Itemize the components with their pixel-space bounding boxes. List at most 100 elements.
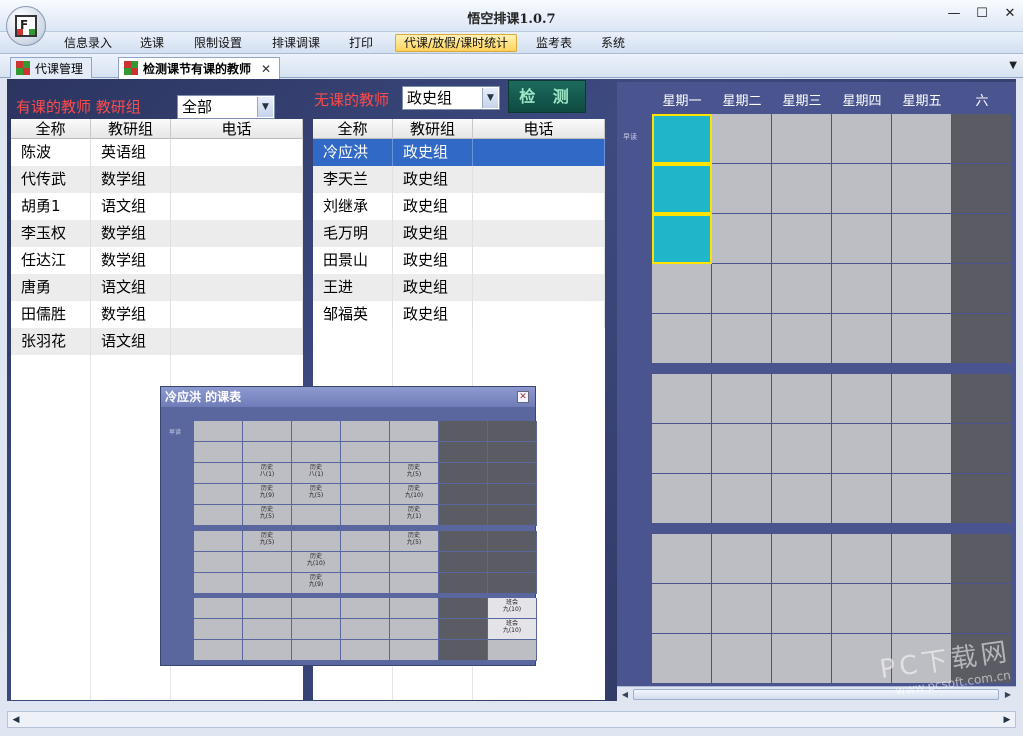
table-row[interactable]: 代传武 数学组 [11, 166, 303, 193]
popup-cell[interactable] [194, 505, 243, 526]
table-row[interactable]: 陈波 英语组 [11, 139, 303, 166]
popup-cell[interactable] [341, 463, 390, 484]
table-row[interactable]: 唐勇 语文组 [11, 274, 303, 301]
close-icon[interactable]: ✕ [1003, 6, 1017, 21]
main-horizontal-scrollbar[interactable]: ◀ ▶ [7, 711, 1016, 728]
popup-cell[interactable] [292, 531, 341, 552]
schedule-cell[interactable] [712, 534, 772, 584]
popup-cell[interactable]: 历史 九(5) [390, 463, 439, 484]
popup-cell[interactable] [488, 573, 537, 594]
popup-cell[interactable]: 历史 八(1) [243, 463, 292, 484]
table-row[interactable]: 王进 政史组 [313, 274, 605, 301]
schedule-cell[interactable] [832, 474, 892, 524]
schedule-cell[interactable] [892, 114, 952, 164]
schedule-cell[interactable] [772, 584, 832, 634]
popup-cell[interactable] [341, 442, 390, 463]
column-header[interactable]: 电话 [171, 119, 303, 139]
popup-cell[interactable] [341, 640, 390, 661]
scroll-left-icon[interactable]: ◀ [618, 688, 632, 701]
popup-cell[interactable] [243, 552, 292, 573]
popup-cell[interactable] [194, 484, 243, 505]
tab-list-chevron-down-icon[interactable]: ▼ [1009, 60, 1017, 71]
column-header[interactable]: 全称 [11, 119, 91, 139]
column-header[interactable]: 教研组 [393, 119, 473, 139]
popup-cell[interactable] [439, 640, 488, 661]
schedule-cell[interactable] [772, 114, 832, 164]
popup-cell[interactable] [194, 619, 243, 640]
popup-cell[interactable]: 历史 九(9) [292, 573, 341, 594]
schedule-cell[interactable] [832, 374, 892, 424]
popup-cell[interactable]: 班会 九(10) [488, 619, 537, 640]
schedule-cell[interactable] [832, 214, 892, 264]
schedule-cell[interactable] [652, 534, 712, 584]
table-row[interactable]: 李天兰 政史组 [313, 166, 605, 193]
maximize-icon[interactable]: ☐ [975, 6, 989, 21]
schedule-cell[interactable] [832, 584, 892, 634]
popup-cell[interactable] [243, 619, 292, 640]
schedule-cell[interactable] [652, 114, 712, 164]
schedule-cell[interactable] [952, 474, 1012, 524]
schedule-cell[interactable] [772, 264, 832, 314]
schedule-cell[interactable] [652, 374, 712, 424]
schedule-cell[interactable] [892, 164, 952, 214]
schedule-cell[interactable] [772, 634, 832, 684]
popup-cell[interactable] [439, 552, 488, 573]
schedule-cell[interactable] [712, 114, 772, 164]
popup-cell[interactable] [488, 484, 537, 505]
popup-cell[interactable] [488, 531, 537, 552]
popup-cell[interactable] [488, 505, 537, 526]
popup-cell[interactable] [243, 598, 292, 619]
popup-cell[interactable] [390, 619, 439, 640]
schedule-cell[interactable] [652, 164, 712, 214]
chevron-down-icon[interactable]: ▼ [257, 97, 273, 117]
table-row[interactable]: 张羽花 语文组 [11, 328, 303, 355]
menu-item[interactable]: 代课/放假/课时统计 [395, 34, 518, 52]
check-button[interactable]: 检 测 [508, 80, 586, 113]
popup-cell[interactable] [488, 640, 537, 661]
popup-cell[interactable] [439, 619, 488, 640]
popup-cell[interactable] [341, 484, 390, 505]
schedule-cell[interactable] [952, 584, 1012, 634]
popup-cell[interactable] [439, 598, 488, 619]
scroll-right-icon[interactable]: ▶ [1001, 688, 1015, 701]
popup-cell[interactable] [243, 640, 292, 661]
popup-cell[interactable] [439, 531, 488, 552]
schedule-cell[interactable] [772, 534, 832, 584]
popup-cell[interactable] [439, 573, 488, 594]
schedule-cell[interactable] [712, 264, 772, 314]
schedule-cell[interactable] [652, 264, 712, 314]
popup-cell[interactable] [488, 552, 537, 573]
popup-cell[interactable] [390, 421, 439, 442]
column-header[interactable]: 电话 [473, 119, 605, 139]
schedule-cell[interactable] [772, 214, 832, 264]
schedule-cell[interactable] [832, 424, 892, 474]
tab-check-teachers[interactable]: 检测课节有课的教师 ✕ [118, 57, 281, 79]
schedule-cell[interactable] [712, 164, 772, 214]
schedule-cell[interactable] [892, 424, 952, 474]
table-row[interactable]: 胡勇1 语文组 [11, 193, 303, 220]
schedule-cell[interactable] [892, 314, 952, 364]
app-logo-button[interactable]: F [6, 6, 46, 46]
popup-cell[interactable] [341, 421, 390, 442]
schedule-cell[interactable] [952, 424, 1012, 474]
schedule-cell[interactable] [772, 424, 832, 474]
popup-cell[interactable] [341, 598, 390, 619]
schedule-cell[interactable] [892, 214, 952, 264]
free-group-select[interactable]: 政史组 ▼ [402, 86, 500, 110]
popup-cell[interactable] [439, 442, 488, 463]
schedule-cell[interactable] [652, 424, 712, 474]
schedule-cell[interactable] [652, 214, 712, 264]
popup-cell[interactable] [341, 531, 390, 552]
popup-cell[interactable] [341, 573, 390, 594]
schedule-cell[interactable] [712, 424, 772, 474]
popup-cell[interactable] [194, 531, 243, 552]
schedule-cell[interactable] [832, 114, 892, 164]
table-row[interactable]: 田儒胜 数学组 [11, 301, 303, 328]
schedule-cell[interactable] [892, 584, 952, 634]
table-row[interactable]: 邹福英 政史组 [313, 301, 605, 328]
menu-item[interactable]: 排课调课 [264, 34, 328, 52]
schedule-cell[interactable] [892, 534, 952, 584]
table-row[interactable]: 任达江 数学组 [11, 247, 303, 274]
popup-cell[interactable] [243, 442, 292, 463]
popup-cell[interactable]: 历史 九(5) [243, 531, 292, 552]
